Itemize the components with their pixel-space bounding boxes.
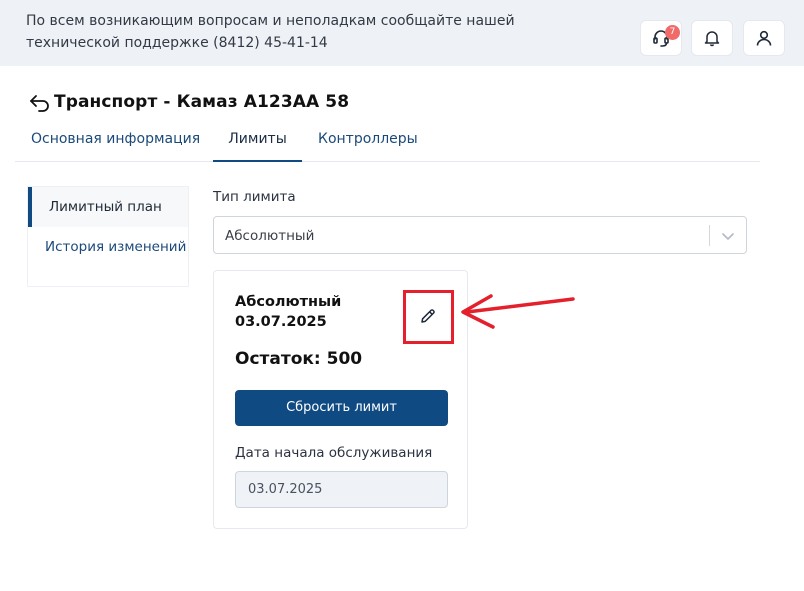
side-nav-item-history[interactable]: История изменений: [28, 227, 188, 286]
pencil-icon: [421, 309, 435, 323]
tab-main-info[interactable]: Основная информация: [31, 118, 201, 161]
support-message: По всем возникающим вопросам и неполадка…: [26, 13, 515, 51]
support-badge: 7: [665, 25, 680, 40]
page-title: Транспорт - Камаз А123АА 58: [28, 90, 349, 114]
annotation-arrow-icon: [461, 294, 575, 329]
limit-type-value: Абсолютный: [225, 228, 315, 244]
limit-card-date: 03.07.2025: [235, 314, 327, 330]
top-bar: По всем возникающим вопросам и неполадка…: [0, 0, 804, 66]
tabs-bar: Основная информация Лимиты Контроллеры: [15, 118, 760, 162]
page-title-text: Транспорт - Камаз А123АА 58: [54, 92, 350, 112]
tab-limits[interactable]: Лимиты: [213, 118, 302, 162]
bell-icon: [704, 31, 720, 47]
limit-type-label: Тип лимита: [213, 189, 296, 205]
support-button[interactable]: 7: [640, 20, 682, 56]
limit-remainder: Остаток: 500: [235, 349, 363, 369]
limit-card: Абсолютный 03.07.2025 Остаток: 500 Сброс…: [213, 270, 468, 529]
limit-card-type: Абсолютный: [235, 294, 342, 310]
edit-limit-button[interactable]: [413, 301, 443, 331]
user-icon: [756, 30, 772, 46]
service-start-field: 03.07.2025: [235, 471, 448, 508]
reset-limit-button[interactable]: Сбросить лимит: [235, 390, 448, 426]
side-nav: Лимитный план История изменений: [27, 186, 189, 287]
notifications-button[interactable]: [691, 20, 733, 56]
user-button[interactable]: [743, 20, 785, 56]
chevron-down-icon[interactable]: [719, 228, 737, 244]
back-arrow-icon[interactable]: [28, 90, 52, 114]
select-divider: [709, 225, 710, 246]
tab-controllers[interactable]: Контроллеры: [318, 118, 422, 161]
limit-type-select[interactable]: Абсолютный: [213, 216, 747, 254]
side-nav-item-limit-plan[interactable]: Лимитный план: [28, 187, 188, 227]
service-start-label: Дата начала обслуживания: [235, 445, 433, 461]
